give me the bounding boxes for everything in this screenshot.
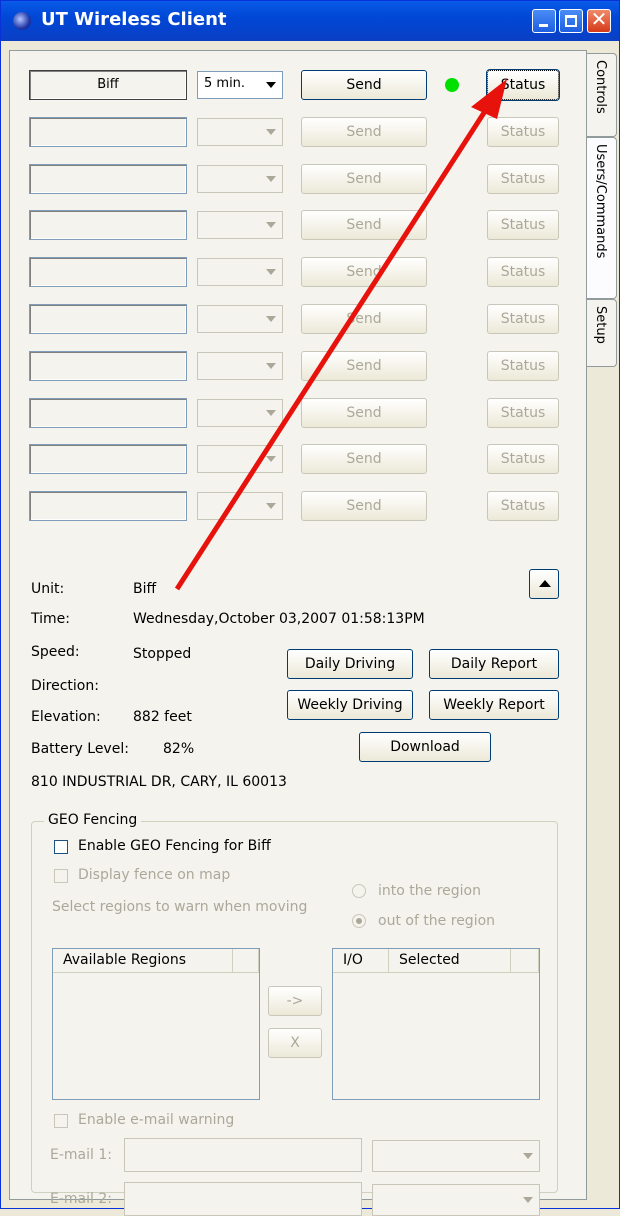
client-area: Controls Users/Commands Setup Biff 5 min.…	[1, 41, 619, 1216]
minimize-icon	[539, 24, 548, 27]
app-window: UT Wireless Client ✕ Controls Users/Comm…	[0, 0, 620, 1216]
window-title: UT Wireless Client	[41, 9, 227, 30]
annotation-arrow-line	[174, 103, 492, 591]
annotation-arrow	[174, 79, 507, 591]
maximize-icon	[565, 15, 577, 27]
maximize-button[interactable]	[559, 9, 583, 33]
minimize-button[interactable]	[532, 9, 556, 33]
close-button[interactable]: ✕	[587, 7, 611, 33]
app-icon	[13, 12, 31, 30]
close-icon: ✕	[590, 7, 608, 31]
annotation-arrow-head	[471, 79, 507, 119]
title-bar[interactable]: UT Wireless Client ✕	[1, 1, 619, 41]
